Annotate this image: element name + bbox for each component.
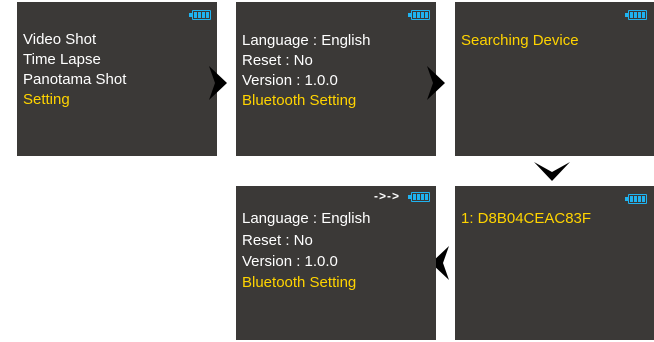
menu-item-panorama-shot[interactable]: Panotama Shot — [23, 70, 126, 90]
menu-item-bluetooth-setting[interactable]: Bluetooth Setting — [242, 273, 356, 293]
menu-item-version[interactable]: Version : 1.0.0 — [242, 252, 338, 272]
menu-item-time-lapse[interactable]: Time Lapse — [23, 50, 101, 70]
menu-item-version[interactable]: Version : 1.0.0 — [242, 71, 338, 91]
screen-device-list: 1: D8B04CEAC83F — [455, 186, 654, 340]
bluetooth-connected-icon: ->-> — [373, 189, 400, 203]
menu-item-language[interactable]: Language : English — [242, 209, 370, 229]
battery-full-icon — [408, 192, 430, 202]
menu-item-language[interactable]: Language : English — [242, 31, 370, 51]
screen-settings-menu: Language : English Reset : No Version : … — [236, 2, 436, 156]
menu-item-reset[interactable]: Reset : No — [242, 51, 313, 71]
screen-main-menu: Video Shot Time Lapse Panotama Shot Sett… — [17, 2, 217, 156]
chevron-down-icon — [534, 162, 570, 181]
battery-full-icon — [625, 194, 647, 204]
device-list-item[interactable]: 1: D8B04CEAC83F — [461, 209, 591, 229]
menu-item-reset[interactable]: Reset : No — [242, 231, 313, 251]
chevron-right-icon — [427, 66, 445, 100]
chevron-right-icon — [209, 66, 227, 100]
screen-searching-device: Searching Device — [455, 2, 654, 156]
battery-full-icon — [408, 10, 430, 20]
battery-full-icon — [189, 10, 211, 20]
menu-item-setting[interactable]: Setting — [23, 90, 70, 110]
searching-device-label: Searching Device — [461, 32, 579, 49]
screen-settings-connected: ->-> Language : English Reset : No Versi… — [236, 186, 436, 340]
battery-full-icon — [625, 10, 647, 20]
menu-item-video-shot[interactable]: Video Shot — [23, 30, 96, 50]
menu-item-bluetooth-setting[interactable]: Bluetooth Setting — [242, 91, 356, 111]
